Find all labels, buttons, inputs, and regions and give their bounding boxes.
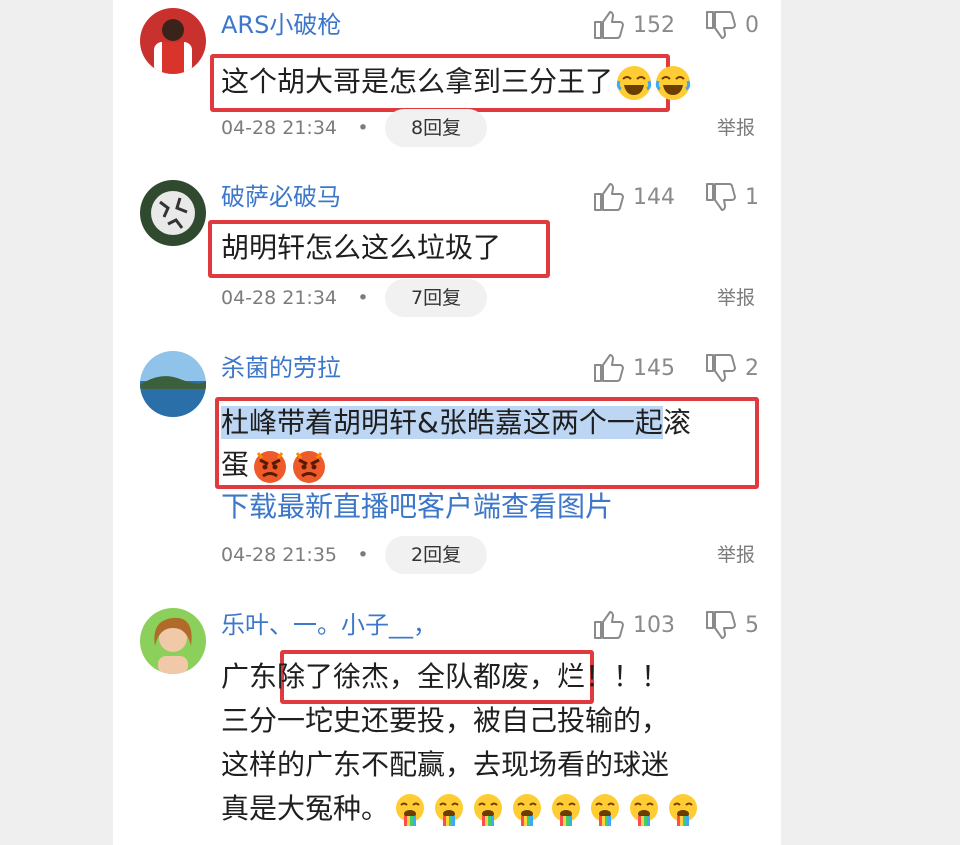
rainbow-cry-emoji bbox=[626, 792, 662, 828]
thumbs-down-icon bbox=[706, 11, 736, 39]
angry-face-emoji bbox=[252, 448, 288, 484]
like-count: 103 bbox=[633, 612, 675, 638]
replies-button[interactable]: 7回复 bbox=[385, 279, 488, 317]
dislike-button[interactable]: 1 bbox=[703, 180, 759, 214]
thumbs-down-icon bbox=[706, 354, 736, 382]
username[interactable]: 杀菌的劳拉 bbox=[221, 351, 341, 385]
comment-meta: 04-28 21:34 • 8回复 bbox=[221, 108, 488, 148]
avatar[interactable] bbox=[140, 8, 206, 74]
timestamp: 04-28 21:34 bbox=[221, 287, 338, 309]
avatar[interactable] bbox=[140, 351, 206, 417]
timestamp: 04-28 21:34 bbox=[221, 117, 338, 139]
rainbow-cry-emoji bbox=[431, 792, 467, 828]
rainbow-cry-emoji bbox=[470, 792, 506, 828]
comment-text: 这个胡大哥是怎么拿到三分王了 bbox=[221, 60, 691, 104]
selected-text: 杜峰带着胡明轩&张皓嘉这两个一起 bbox=[221, 406, 663, 439]
dislike-count: 5 bbox=[745, 612, 759, 638]
like-button[interactable]: 103 bbox=[591, 608, 675, 642]
rainbow-cry-emoji bbox=[509, 792, 545, 828]
comment-text-line: 这个胡大哥是怎么拿到三分王了 bbox=[221, 65, 614, 98]
replies-button[interactable]: 8回复 bbox=[385, 109, 488, 147]
comment-text-rest: 蛋 bbox=[221, 448, 250, 481]
thumbs-down-icon bbox=[706, 183, 736, 211]
comment-text-line-1: 杜峰带着胡明轩&张皓嘉这两个一起滚 bbox=[221, 401, 691, 445]
comment-text-line-1: 广东除了徐杰，全队都废，烂！！！ bbox=[221, 655, 669, 699]
rainbow-cry-emoji bbox=[392, 792, 428, 828]
rainbow-cry-emoji bbox=[587, 792, 623, 828]
like-count: 144 bbox=[633, 184, 675, 210]
dislike-button[interactable]: 2 bbox=[703, 351, 759, 385]
avatar[interactable] bbox=[140, 608, 206, 674]
thumbs-up-icon bbox=[594, 354, 624, 382]
report-link[interactable]: 举报 bbox=[717, 278, 755, 318]
comment-text-line-4: 真是大冤种。 bbox=[221, 787, 701, 831]
download-app-link[interactable]: 下载最新直播吧客户端查看图片 bbox=[221, 485, 613, 529]
rainbow-cry-emoji bbox=[665, 792, 701, 828]
timestamp: 04-28 21:35 bbox=[221, 544, 338, 566]
laugh-cry-emoji bbox=[655, 65, 691, 101]
separator-dot: • bbox=[357, 117, 369, 139]
like-count: 145 bbox=[633, 355, 675, 381]
report-link[interactable]: 举报 bbox=[717, 535, 755, 575]
comment-text-line: 胡明轩怎么这么垃圾了 bbox=[221, 231, 502, 264]
thumbs-down-icon bbox=[706, 611, 736, 639]
report-link[interactable]: 举报 bbox=[717, 108, 755, 148]
dislike-button[interactable]: 0 bbox=[703, 8, 759, 42]
thumbs-up-icon bbox=[594, 11, 624, 39]
comment-meta: 04-28 21:35 • 2回复 bbox=[221, 535, 488, 575]
like-button[interactable]: 144 bbox=[591, 180, 675, 214]
comment-text-part: 真是大冤种。 bbox=[221, 792, 390, 825]
comment-text-line-3: 这样的广东不配赢，去现场看的球迷 bbox=[221, 748, 670, 781]
laugh-cry-emoji bbox=[616, 65, 652, 101]
thumbs-up-icon bbox=[594, 611, 624, 639]
comment-meta: 04-28 21:34 • 7回复 bbox=[221, 278, 488, 318]
username[interactable]: 破萨必破马 bbox=[221, 180, 341, 214]
like-button[interactable]: 152 bbox=[591, 8, 675, 42]
dislike-button[interactable]: 5 bbox=[703, 608, 759, 642]
comments-panel: ARS小破枪 152 0 这个胡大哥是怎么拿到三分王了 04-28 21:34 … bbox=[113, 0, 781, 845]
dislike-count: 2 bbox=[745, 355, 759, 381]
comment-text-line-2: 蛋 bbox=[221, 443, 327, 487]
angry-face-emoji bbox=[291, 448, 327, 484]
thumbs-up-icon bbox=[594, 183, 624, 211]
like-count: 152 bbox=[633, 12, 675, 38]
username[interactable]: ARS小破枪 bbox=[221, 8, 341, 42]
comment-text-part: 广东 bbox=[221, 660, 278, 693]
comment-text-part: 烂！！！ bbox=[557, 660, 670, 693]
dislike-count: 0 bbox=[745, 12, 759, 38]
like-button[interactable]: 145 bbox=[591, 351, 675, 385]
separator-dot: • bbox=[357, 287, 369, 309]
replies-button[interactable]: 2回复 bbox=[385, 536, 488, 574]
dislike-count: 1 bbox=[745, 184, 759, 210]
comment-text-rest: 滚 bbox=[662, 406, 691, 439]
avatar[interactable] bbox=[140, 180, 206, 246]
rainbow-cry-emoji bbox=[548, 792, 584, 828]
boxed-text: 除了徐杰，全队都废， bbox=[277, 660, 558, 693]
username[interactable]: 乐叶、一。小子__， bbox=[221, 608, 437, 642]
separator-dot: • bbox=[357, 544, 369, 566]
comment-text-line-2: 三分一坨史还要投，被自己投输的， bbox=[221, 704, 670, 737]
comment-text: 胡明轩怎么这么垃圾了 bbox=[221, 226, 501, 270]
